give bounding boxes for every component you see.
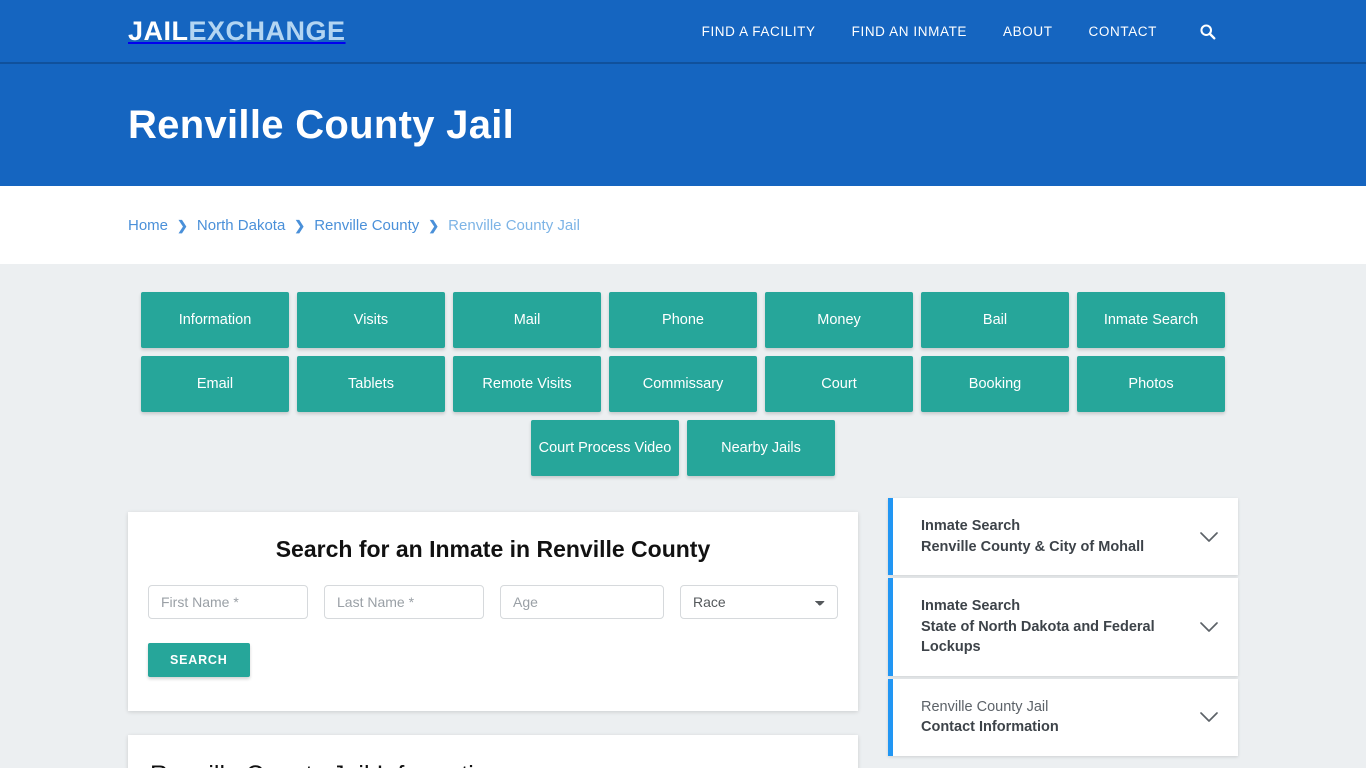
- section-button-information[interactable]: Information: [141, 292, 289, 348]
- section-button-booking[interactable]: Booking: [921, 356, 1069, 412]
- age-input[interactable]: [500, 585, 664, 619]
- section-button-visits[interactable]: Visits: [297, 292, 445, 348]
- page-banner: Renville County Jail: [0, 64, 1366, 186]
- nav-contact[interactable]: CONTACT: [1089, 24, 1157, 39]
- accordion-line-2: Contact Information: [921, 719, 1059, 736]
- chevron-right-icon: ❯: [428, 217, 440, 233]
- section-button-inmate-search[interactable]: Inmate Search: [1077, 292, 1225, 348]
- accordion-item-label: Inmate Search Renville County & City of …: [921, 516, 1144, 557]
- accordion-item-contact-information[interactable]: Renville County Jail Contact Information: [888, 678, 1238, 757]
- chevron-right-icon: ❯: [177, 217, 188, 233]
- section-button-bail[interactable]: Bail: [921, 292, 1069, 348]
- main-column: Search for an Inmate in Renville County …: [128, 512, 858, 768]
- section-button-money[interactable]: Money: [765, 292, 913, 348]
- inmate-search-fields: Race: [148, 585, 838, 619]
- section-button-phone[interactable]: Phone: [609, 292, 757, 348]
- nav-about[interactable]: ABOUT: [1003, 24, 1053, 39]
- site-logo[interactable]: JAILEXCHANGE: [128, 15, 346, 46]
- sidebar: Inmate Search Renville County & City of …: [888, 498, 1238, 757]
- section-button-photos[interactable]: Photos: [1077, 356, 1225, 412]
- facility-button-row-1: Information Visits Mail Phone Money Bail…: [141, 292, 1225, 348]
- accordion-line-1: Inmate Search: [921, 598, 1021, 615]
- facility-section-buttons: Information Visits Mail Phone Money Bail…: [128, 292, 1238, 476]
- breadcrumb-item-north-dakota[interactable]: North Dakota: [197, 217, 285, 234]
- nav-find-an-inmate[interactable]: FIND AN INMATE: [852, 24, 967, 39]
- accordion-item-label: Renville County Jail Contact Information: [921, 697, 1059, 738]
- accordion-item-label: Inmate Search State of North Dakota and …: [921, 596, 1186, 658]
- section-button-nearby-jails[interactable]: Nearby Jails: [687, 420, 835, 476]
- breadcrumb: Home ❯ North Dakota ❯ Renville County ❯ …: [128, 217, 580, 234]
- inmate-search-card: Search for an Inmate in Renville County …: [128, 512, 858, 711]
- first-name-input[interactable]: [148, 585, 308, 619]
- nav-find-a-facility[interactable]: FIND A FACILITY: [702, 24, 816, 39]
- section-button-mail[interactable]: Mail: [453, 292, 601, 348]
- accordion-line-1: Inmate Search: [921, 518, 1021, 534]
- main-navigation: FIND A FACILITY FIND AN INMATE ABOUT CON…: [702, 23, 1216, 40]
- section-button-tablets[interactable]: Tablets: [297, 356, 445, 412]
- breadcrumb-item-home[interactable]: Home: [128, 217, 168, 234]
- page-body: Information Visits Mail Phone Money Bail…: [0, 264, 1366, 768]
- jail-information-title: Renville County Jail Information: [150, 761, 836, 768]
- page-title: Renville County Jail: [128, 102, 515, 147]
- last-name-input[interactable]: [324, 585, 484, 619]
- accordion-line-2: State of North Dakota and Federal Lockup…: [921, 618, 1155, 656]
- facility-button-row-2: Email Tablets Remote Visits Commissary C…: [141, 356, 1225, 412]
- inmate-search-title: Search for an Inmate in Renville County: [275, 536, 711, 562]
- jail-information-card: Renville County Jail Information: [128, 735, 858, 768]
- accordion-line-2: Renville County & City of Mohall: [921, 538, 1145, 555]
- section-button-commissary[interactable]: Commissary: [609, 356, 757, 412]
- chevron-down-icon[interactable]: [1198, 620, 1220, 634]
- content-columns: Search for an Inmate in Renville County …: [128, 498, 1238, 768]
- search-button[interactable]: SEARCH: [148, 643, 250, 677]
- chevron-down-icon[interactable]: [1198, 710, 1220, 724]
- sidebar-accordion: Inmate Search Renville County & City of …: [888, 498, 1238, 757]
- section-button-remote-visits[interactable]: Remote Visits: [453, 356, 601, 412]
- search-icon[interactable]: [1199, 23, 1216, 40]
- accordion-item-inmate-search-state[interactable]: Inmate Search State of North Dakota and …: [888, 578, 1238, 676]
- breadcrumb-item-renville-county[interactable]: Renville County: [314, 217, 419, 234]
- logo-text-jail: JAIL: [128, 15, 189, 46]
- section-button-email[interactable]: Email: [141, 356, 289, 412]
- breadcrumb-item-current: Renville County Jail: [448, 216, 580, 234]
- chevron-down-icon[interactable]: [1198, 530, 1220, 544]
- accordion-item-inmate-search-county[interactable]: Inmate Search Renville County & City of …: [888, 498, 1238, 576]
- race-select[interactable]: Race: [680, 585, 838, 619]
- accordion-line-1: Renville County Jail: [921, 698, 1049, 715]
- site-header: JAILEXCHANGE FIND A FACILITY FIND AN INM…: [0, 0, 1366, 64]
- section-button-court[interactable]: Court: [765, 356, 913, 412]
- facility-button-row-3: Court Process Video Nearby Jails: [531, 420, 835, 476]
- logo-text-exchange: EXCHANGE: [188, 15, 346, 46]
- chevron-right-icon: ❯: [294, 217, 306, 233]
- section-button-court-process-video[interactable]: Court Process Video: [531, 420, 679, 476]
- breadcrumb-bar: Home ❯ North Dakota ❯ Renville County ❯ …: [0, 186, 1366, 264]
